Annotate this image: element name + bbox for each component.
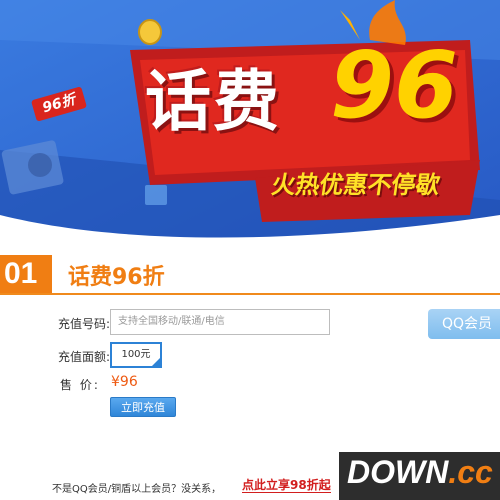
section-header: 01 话费96折 — [0, 255, 500, 295]
price-value: ¥96 — [111, 374, 138, 390]
banner-title: 话费 — [145, 63, 281, 140]
watermark-text: DOWN.cc — [347, 454, 493, 491]
watermark-suffix: .cc — [448, 454, 493, 490]
amount-option-100[interactable]: 100元 — [110, 342, 162, 368]
selected-check-icon — [151, 357, 161, 367]
amount-option-label: 100元 — [121, 349, 151, 360]
footer-note: 不是QQ会员/铜盾以上会员？没关系， — [52, 484, 222, 495]
phone-number-input[interactable]: 支持全国移动/联通/电信 — [110, 309, 330, 335]
banner-discount: 96 — [330, 32, 459, 139]
price-label: 售 价: — [60, 378, 100, 392]
banner-subtitle: 火热优惠不停歇 — [269, 171, 442, 199]
discount-link[interactable]: 点此立享98折起 — [242, 478, 331, 493]
recharge-now-button[interactable]: 立即充值 — [110, 397, 176, 417]
amount-label: 充值面额: — [58, 350, 111, 364]
watermark-main: DOWN — [347, 454, 449, 490]
phone-label: 充值号码: — [58, 317, 111, 331]
promo-banner: 话费 96 火热优惠不停歇 96折 — [0, 0, 500, 245]
section-title: 话费96折 — [68, 265, 165, 290]
watermark-logo: DOWN.cc — [339, 452, 500, 500]
qq-member-tab[interactable]: QQ会员 — [428, 309, 500, 339]
section-number: 01 — [0, 255, 52, 293]
